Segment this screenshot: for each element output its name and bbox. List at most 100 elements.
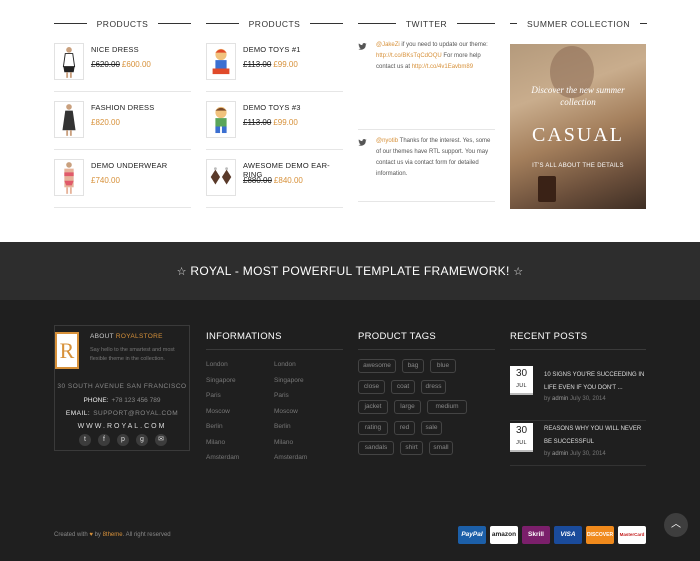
facebook-icon[interactable]: f bbox=[98, 434, 110, 446]
skrill-icon: Skrill bbox=[522, 526, 550, 544]
widget-header: TWITTER bbox=[358, 14, 495, 34]
website[interactable]: WWW.ROYAL.COM bbox=[55, 423, 189, 430]
tag-chip[interactable]: small bbox=[429, 441, 453, 455]
tweet-handle-link[interactable]: @nyotib bbox=[376, 138, 398, 144]
tag-chip[interactable]: rating bbox=[358, 420, 388, 435]
tweet-text: @JakeZi if you need to update our theme:… bbox=[376, 42, 488, 70]
brand-link[interactable]: 8theme bbox=[103, 532, 123, 538]
recent-post[interactable]: 30 JUL 10 SIGNS YOU'RE SUCCEEDING IN LIFE… bbox=[510, 366, 646, 416]
email: EMAIL: SUPPORT@ROYAL.COM bbox=[65, 410, 179, 417]
tag-chip[interactable]: jacket bbox=[358, 400, 388, 414]
info-link[interactable]: Paris bbox=[274, 392, 289, 399]
post-title[interactable]: REASONS WHY YOU WILL NEVER BE SUCCESSFUL bbox=[544, 423, 646, 449]
old-price: £113.00 bbox=[243, 118, 272, 127]
post-date-badge: 30 JUL bbox=[510, 366, 533, 395]
footer: R ABOUT ROYALSTORE Say hello to the smar… bbox=[0, 300, 700, 561]
product-thumbnail[interactable] bbox=[54, 159, 84, 196]
tag-chip[interactable]: red bbox=[394, 420, 415, 435]
info-link[interactable]: London bbox=[274, 361, 296, 368]
info-link[interactable]: Berlin bbox=[206, 423, 223, 430]
widget-title: PRODUCTS bbox=[86, 15, 159, 33]
product-name[interactable]: DEMO TOYS #1 bbox=[243, 45, 301, 54]
summer-banner[interactable]: Discover the new summer collection CASUAL… bbox=[510, 44, 646, 209]
product-name[interactable]: NICE DRESS bbox=[91, 45, 139, 54]
new-price: £600.00 bbox=[121, 60, 151, 69]
info-link[interactable]: Moscow bbox=[274, 408, 298, 415]
product-thumbnail[interactable] bbox=[54, 43, 84, 80]
tag-chip[interactable]: bag bbox=[402, 359, 424, 373]
info-link[interactable]: Milano bbox=[206, 439, 225, 446]
tag-chip[interactable]: sale bbox=[421, 420, 442, 435]
info-link[interactable]: Singapore bbox=[274, 377, 304, 384]
google-plus-icon[interactable]: g bbox=[136, 434, 148, 446]
twitter-icon bbox=[358, 43, 367, 50]
tag-chip[interactable]: close bbox=[358, 379, 385, 394]
tweet-link[interactable]: http://t.co/4v1Eavbm89 bbox=[412, 64, 473, 70]
info-link[interactable]: London bbox=[206, 361, 228, 368]
tag-chip[interactable]: large bbox=[394, 400, 421, 414]
info-link[interactable]: Berlin bbox=[274, 423, 291, 430]
product-thumbnail[interactable] bbox=[206, 43, 236, 80]
post-date-badge: 30 JUL bbox=[510, 423, 533, 452]
product-price: £820.00 bbox=[91, 118, 120, 127]
tweet-handle-link[interactable]: @JakeZi bbox=[376, 42, 400, 48]
product-name[interactable]: DEMO UNDERWEAR bbox=[91, 161, 167, 170]
widget-title: TWITTER bbox=[395, 15, 458, 33]
product-item[interactable]: DEMO UNDERWEAR £740.00 bbox=[54, 150, 191, 208]
info-link[interactable]: Singapore bbox=[206, 377, 236, 384]
informations-heading: INFORMATIONS bbox=[206, 331, 282, 342]
about-heading: ABOUT ROYALSTORE bbox=[90, 333, 163, 340]
star-icon: ☆ bbox=[176, 266, 187, 278]
tweet-text: @nyotib Thanks for the interest. Yes, so… bbox=[376, 138, 491, 177]
mail-icon[interactable]: ✉ bbox=[155, 434, 167, 446]
twitter-widget: TWITTER @JakeZi if you need to update ou… bbox=[358, 14, 495, 202]
address: 30 SOUTH AVENUE SAN FRANCISCO bbox=[57, 383, 187, 390]
info-link[interactable]: Milano bbox=[274, 439, 293, 446]
info-link[interactable]: Moscow bbox=[206, 408, 230, 415]
info-link[interactable]: Paris bbox=[206, 392, 221, 399]
heading-divider bbox=[206, 349, 343, 350]
product-thumbnail[interactable] bbox=[206, 159, 236, 196]
info-link[interactable]: Amsterdam bbox=[274, 454, 307, 461]
product-price: £620.00 £600.00 bbox=[91, 60, 151, 69]
tag-chip[interactable]: dress bbox=[421, 379, 446, 394]
recent-post[interactable]: 30 JUL REASONS WHY YOU WILL NEVER BE SUCC… bbox=[510, 420, 646, 470]
widget-title: SUMMER COLLECTION bbox=[517, 15, 640, 33]
product-item[interactable]: FASHION DRESS £820.00 bbox=[54, 92, 191, 150]
tag-chip[interactable]: medium bbox=[427, 400, 467, 414]
product-name[interactable]: FASHION DRESS bbox=[91, 103, 154, 112]
products-widget-2: PRODUCTS DEMO TOYS #1 £113.00 £99.00 DEMO… bbox=[206, 14, 343, 208]
top-widgets: PRODUCTS NICE DRESS £620.00 £600.00 FASHI… bbox=[0, 0, 700, 242]
tag-chip[interactable]: awesome bbox=[358, 359, 396, 373]
product-item[interactable]: AWESOME DEMO EAR-RING £880.00 £840.00 bbox=[206, 150, 343, 208]
twitter-icon bbox=[358, 139, 367, 146]
product-thumbnail[interactable] bbox=[206, 101, 236, 138]
new-price: £840.00 bbox=[273, 176, 303, 185]
tag-chip[interactable]: shirt bbox=[400, 441, 423, 455]
banner-headline: CASUAL bbox=[531, 124, 624, 146]
tag-chip[interactable]: coat bbox=[391, 379, 415, 394]
heading-divider bbox=[358, 349, 495, 350]
product-thumbnail[interactable] bbox=[54, 101, 84, 138]
post-meta: by admin July 30, 2014 bbox=[544, 396, 606, 402]
bag-photo bbox=[538, 176, 556, 202]
tweet-link[interactable]: http://t.co/BKsTqCdOQU bbox=[376, 53, 442, 59]
info-link[interactable]: Amsterdam bbox=[206, 454, 239, 461]
product-item[interactable]: NICE DRESS £620.00 £600.00 bbox=[54, 34, 191, 92]
new-price: £820.00 bbox=[91, 118, 120, 127]
copyright: Created with ♥ by 8theme. All right rese… bbox=[54, 532, 171, 538]
new-price: £740.00 bbox=[91, 176, 120, 185]
pinterest-icon[interactable]: p bbox=[117, 434, 129, 446]
product-item[interactable]: DEMO TOYS #1 £113.00 £99.00 bbox=[206, 34, 343, 92]
store-logo[interactable]: R bbox=[55, 332, 79, 369]
social-links: t f p g ✉ bbox=[79, 434, 169, 448]
scroll-to-top-button[interactable]: ︿ bbox=[664, 513, 688, 537]
about-box: R ABOUT ROYALSTORE Say hello to the smar… bbox=[54, 325, 190, 451]
product-item[interactable]: DEMO TOYS #3 £113.00 £99.00 bbox=[206, 92, 343, 150]
product-name[interactable]: DEMO TOYS #3 bbox=[243, 103, 301, 112]
post-title[interactable]: 10 SIGNS YOU'RE SUCCEEDING IN LIFE EVEN … bbox=[544, 369, 646, 395]
tag-chip[interactable]: sandals bbox=[358, 441, 394, 455]
twitter-icon[interactable]: t bbox=[79, 434, 91, 446]
tag-chip[interactable]: blue bbox=[430, 359, 456, 373]
visa-icon: VISA bbox=[554, 526, 582, 544]
